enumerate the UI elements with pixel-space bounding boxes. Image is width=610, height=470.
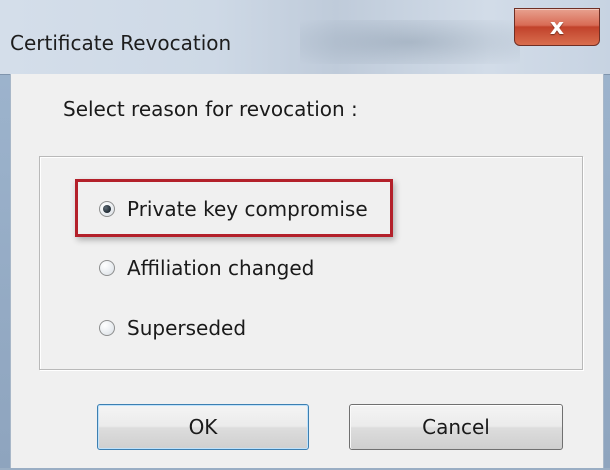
radio-selected-icon[interactable] [99,201,115,217]
cancel-button[interactable]: Cancel [349,404,563,450]
title-bar[interactable]: Certificate Revocation x [0,0,610,75]
radio-option-affiliation-changed[interactable]: Affiliation changed [99,254,314,282]
radio-label: Affiliation changed [127,256,315,280]
radio-unselected-icon[interactable] [99,320,115,336]
radio-label: Private key compromise [127,197,368,221]
radio-option-private-key-compromise[interactable]: Private key compromise [99,195,368,223]
radio-label: Superseded [127,316,247,340]
window-title: Certificate Revocation [10,31,232,55]
radio-unselected-icon[interactable] [99,260,115,276]
dialog-window: Certificate Revocation x Select reason f… [0,0,610,470]
radio-option-superseded[interactable]: Superseded [99,314,246,342]
ok-button[interactable]: OK [97,404,309,450]
close-icon: x [549,14,565,40]
dialog-client-area: Select reason for revocation : Private k… [10,74,604,470]
title-bar-glass [300,20,520,64]
close-button[interactable]: x [514,8,600,46]
revocation-prompt-label: Select reason for revocation : [63,97,358,121]
